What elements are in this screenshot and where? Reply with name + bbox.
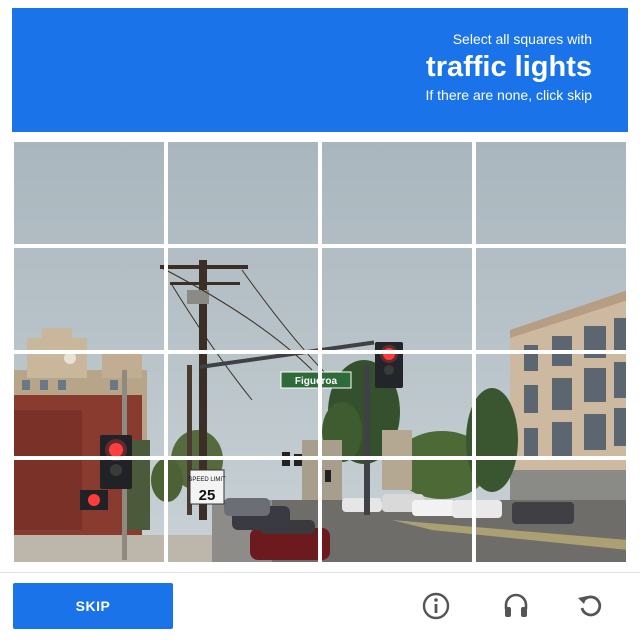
instruction-header: Select all squares with traffic lights I… (12, 8, 628, 132)
grid-tile[interactable] (166, 352, 320, 458)
grid-tile[interactable] (474, 246, 628, 352)
skip-button[interactable]: SKIP (13, 583, 173, 629)
audio-icon[interactable] (496, 586, 536, 626)
grid-tile[interactable] (320, 246, 474, 352)
grid-tile[interactable] (474, 140, 628, 246)
grid-tile[interactable] (320, 352, 474, 458)
grid-tile[interactable] (166, 140, 320, 246)
grid-tile[interactable] (12, 352, 166, 458)
grid-tile[interactable] (12, 458, 166, 564)
grid-tile[interactable] (474, 352, 628, 458)
grid-tile[interactable] (474, 458, 628, 564)
reload-icon[interactable] (570, 586, 610, 626)
grid-tile[interactable] (166, 458, 320, 564)
target-object-label: traffic lights (426, 51, 592, 83)
captcha-challenge: Select all squares with traffic lights I… (0, 0, 640, 640)
grid-tile[interactable] (12, 140, 166, 246)
grid-tile[interactable] (320, 458, 474, 564)
grid-tile[interactable] (166, 246, 320, 352)
grid-tile[interactable] (320, 140, 474, 246)
image-grid: Figueroa SPEED LIMIT 25 (12, 140, 628, 564)
footer-divider (0, 572, 640, 573)
info-icon[interactable] (416, 586, 456, 626)
grid-tile[interactable] (12, 246, 166, 352)
instruction-text: Select all squares with (452, 31, 592, 47)
skip-hint-text: If there are none, click skip (425, 87, 592, 103)
